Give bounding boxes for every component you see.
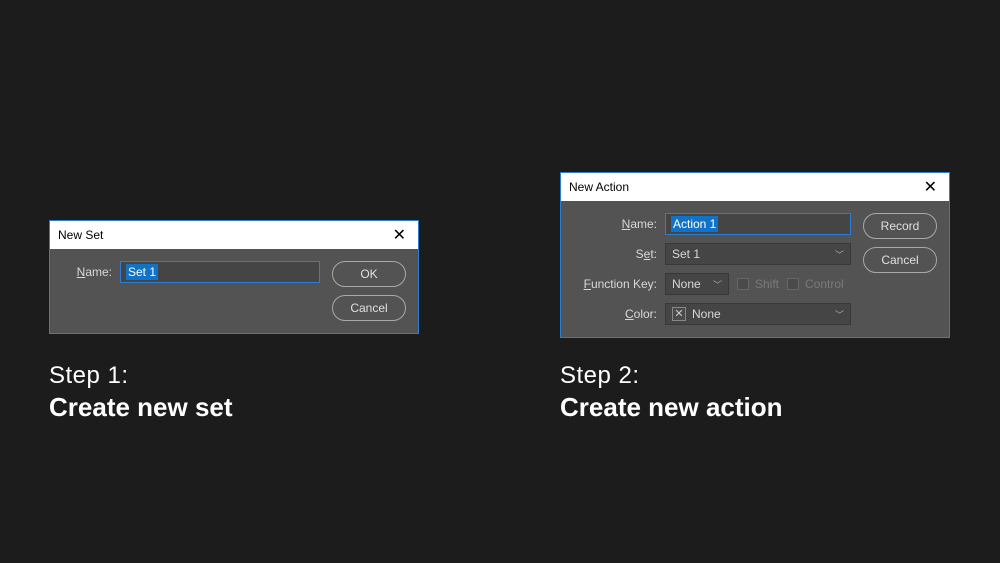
name-value: Action 1 — [671, 216, 718, 232]
dialog-body: Name: Action 1 Set: Set 1 ﹀ Function Key… — [561, 201, 949, 337]
step2-label: Step 2: — [560, 362, 783, 390]
name-value: Set 1 — [126, 264, 158, 280]
step2-desc: Create new action — [560, 392, 783, 423]
set-row: Set: Set 1 ﹀ — [573, 243, 851, 265]
name-input[interactable]: Action 1 — [665, 213, 851, 235]
step1-label: Step 1: — [49, 362, 233, 390]
dialog-body: Name: Set 1 OK Cancel — [50, 249, 418, 333]
new-set-dialog: New Set ✕ Name: Set 1 OK Cancel — [49, 220, 419, 334]
step1-desc: Create new set — [49, 392, 233, 423]
cancel-button[interactable]: Cancel — [863, 247, 937, 273]
name-input[interactable]: Set 1 — [120, 261, 320, 283]
chevron-down-icon: ﹀ — [835, 248, 844, 261]
color-select[interactable]: ✕ None ﹀ — [665, 303, 851, 325]
control-label: Control — [805, 277, 844, 291]
shift-checkbox[interactable] — [737, 278, 749, 290]
chevron-down-icon: ﹀ — [835, 308, 844, 321]
dialog-title: New Action — [569, 180, 629, 194]
color-swatch-none: ✕ — [672, 307, 686, 321]
fnkey-label: Function Key: — [573, 277, 657, 291]
shift-checkbox-group[interactable]: Shift — [737, 277, 779, 291]
titlebar[interactable]: New Set ✕ — [50, 221, 418, 249]
set-select[interactable]: Set 1 ﹀ — [665, 243, 851, 265]
cancel-button[interactable]: Cancel — [332, 295, 406, 321]
set-label: Set: — [573, 247, 657, 261]
dialog-title: New Set — [58, 228, 103, 242]
color-label: Color: — [573, 307, 657, 321]
form-area: Name: Action 1 Set: Set 1 ﹀ Function Key… — [573, 213, 851, 325]
titlebar[interactable]: New Action ✕ — [561, 173, 949, 201]
control-checkbox-group[interactable]: Control — [787, 277, 844, 291]
form-area: Name: Set 1 — [62, 261, 320, 321]
fnkey-value: None — [672, 277, 701, 291]
name-row: Name: Set 1 — [62, 261, 320, 283]
step1-caption: Step 1: Create new set — [49, 362, 233, 423]
shift-label: Shift — [755, 277, 779, 291]
step2-caption: Step 2: Create new action — [560, 362, 783, 423]
record-button[interactable]: Record — [863, 213, 937, 239]
close-icon[interactable]: ✕ — [920, 177, 941, 197]
color-value: None — [692, 307, 721, 321]
ok-button[interactable]: OK — [332, 261, 406, 287]
name-label: Name: — [573, 217, 657, 231]
close-icon[interactable]: ✕ — [389, 225, 410, 245]
new-action-dialog: New Action ✕ Name: Action 1 Set: Set 1 ﹀… — [560, 172, 950, 338]
button-area: Record Cancel — [863, 213, 937, 325]
name-label: Name: — [62, 265, 112, 279]
button-area: OK Cancel — [332, 261, 406, 321]
set-value: Set 1 — [672, 247, 700, 261]
control-checkbox[interactable] — [787, 278, 799, 290]
fnkey-row: Function Key: None ﹀ Shift Control — [573, 273, 851, 295]
color-row: Color: ✕ None ﹀ — [573, 303, 851, 325]
name-row: Name: Action 1 — [573, 213, 851, 235]
chevron-down-icon: ﹀ — [713, 278, 722, 291]
fnkey-select[interactable]: None ﹀ — [665, 273, 729, 295]
